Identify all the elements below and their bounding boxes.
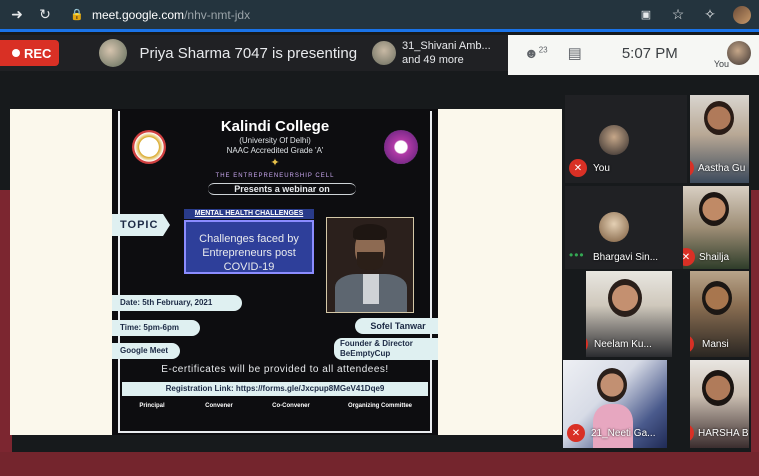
speaker-name: Sofel Tanwar [355,318,438,334]
avatar [599,212,629,242]
college-grade: NAAC Accredited Grade 'A' [226,146,324,155]
tile-participant[interactable]: ✕ Mansi [690,271,749,357]
role-principal: Principal [139,403,165,409]
url-path: /nhv-nmt-jdx [184,7,251,22]
speaker-photo [326,217,414,313]
college-university: (University Of Delhi) [239,136,311,145]
camera-icon[interactable]: ▣ [637,6,655,24]
avatar [597,368,627,402]
presents-text: Presents a webinar on [208,183,356,195]
topic-tag: TOPIC [112,214,170,236]
tile-participant[interactable]: ✕ Aastha Gu [690,95,749,183]
time-pill: Time: 5pm-6pm [112,320,200,336]
mic-off-icon: ✕ [567,424,585,442]
date-pill: Date: 5th February, 2021 [112,295,242,311]
record-dot-icon [12,49,20,57]
avatar [699,192,729,226]
profile-icon[interactable] [733,5,751,24]
frame-line [118,111,120,433]
background-strip [0,452,759,476]
tile-name: HARSHA B [698,428,749,439]
participant-more: and 49 more [402,54,464,66]
webinar-poster: Kalindi College (University Of Delhi) NA… [112,109,438,435]
arrow-right-icon[interactable]: ➜ [8,6,26,24]
avatar [702,370,734,406]
tile-name: 21_Neeti Ga... [591,428,656,439]
participant-summary[interactable]: 31_Shivani Amb... and 49 more [372,39,491,67]
speaking-indicator: ••• [569,248,585,262]
tile-participant[interactable]: ✕ HARSHA B [690,360,749,448]
star-icon[interactable]: ☆ [669,6,687,24]
avatar [704,101,734,135]
role-coconvener: Co-Convener [272,403,310,409]
speaker-role-line2: BeEmptyCup [340,349,391,358]
header-extension [508,71,759,75]
tile-name: Mansi [702,339,729,350]
mic-off-icon: ✕ [569,159,587,177]
meet-header: REC Priya Sharma 7047 is presenting 31_S… [0,35,759,71]
chat-icon[interactable]: ▤ [568,44,582,62]
url-host: meet.google.com [92,7,185,22]
self-avatar[interactable] [727,41,751,65]
rec-label: REC [24,45,52,61]
tile-name: You [593,163,610,174]
tile-participant[interactable]: ••• Bhargavi Sin... [565,186,687,269]
tile-name: Bhargavi Sin... [593,252,659,263]
extensions-icon[interactable]: ✧ [701,6,719,24]
tile-name: Neelam Ku... [594,339,652,350]
background-strip [751,190,759,476]
tile-you[interactable]: ✕ You [565,95,687,183]
tile-participant[interactable]: ✕ Shailja [683,186,749,269]
presenting-text: Priya Sharma 7047 is presenting [139,44,358,62]
participants-count: 23 [538,45,548,55]
speaker-role: Founder & Director BeEmptyCup [334,338,438,360]
self-label: You [713,59,729,69]
lock-icon: 🔒 [70,9,84,21]
tile-name: Aastha Gu [698,163,746,174]
reload-icon[interactable]: ↻ [36,6,54,24]
clothing [593,404,633,448]
browser-toolbar: ➜ ↻ 🔒 meet.google.com/nhv-nmt-jdx ▣ ☆ ✧ [0,0,759,32]
avatar [608,279,642,317]
role-convener: Convener [205,403,233,409]
screen: ➜ ↻ 🔒 meet.google.com/nhv-nmt-jdx ▣ ☆ ✧ … [0,0,759,476]
presenter-avatar [99,39,128,67]
college-name: Kalindi College [220,118,330,135]
avatar [702,281,732,315]
bird-icon: ✦ [270,157,280,169]
meet-controls: ☻23 ▤ 5:07 PM You [508,35,759,71]
recording-badge: REC [0,40,60,66]
platform-pill: Google Meet [112,343,180,359]
tile-participant[interactable]: ✕ 21_Neeti Ga... [563,360,667,448]
frame-line [118,431,432,433]
address-bar[interactable]: 🔒 meet.google.com/nhv-nmt-jdx [68,6,250,24]
role-organizing: Organizing Committee [347,403,412,409]
clock: 5:07 PM [621,44,678,62]
avatar [599,125,629,155]
tile-participant[interactable]: ✕ Neelam Ku... [586,271,672,357]
people-icon[interactable]: ☻23 [524,45,548,61]
avatar [372,41,396,65]
tile-name: Shailja [699,252,730,263]
speaker-role-line1: Founder & Director [340,339,413,348]
topic-header: MENTAL HEALTH CHALLENGES [184,209,314,219]
college-subtitle: (University Of Delhi) NAAC Accredited Gr… [112,136,438,156]
registration-link: Registration Link: https://forms.gle/Jxc… [122,382,428,396]
ecert-text: E-certificates will be provided to all a… [161,364,389,375]
frame-line [430,111,432,433]
participant-name: 31_Shivani Amb... [402,40,491,52]
topic-text: Challenges faced by Entrepreneurs post C… [184,220,314,274]
cell-name: THE ENTREPRENEURSHIP CELL [215,173,335,179]
